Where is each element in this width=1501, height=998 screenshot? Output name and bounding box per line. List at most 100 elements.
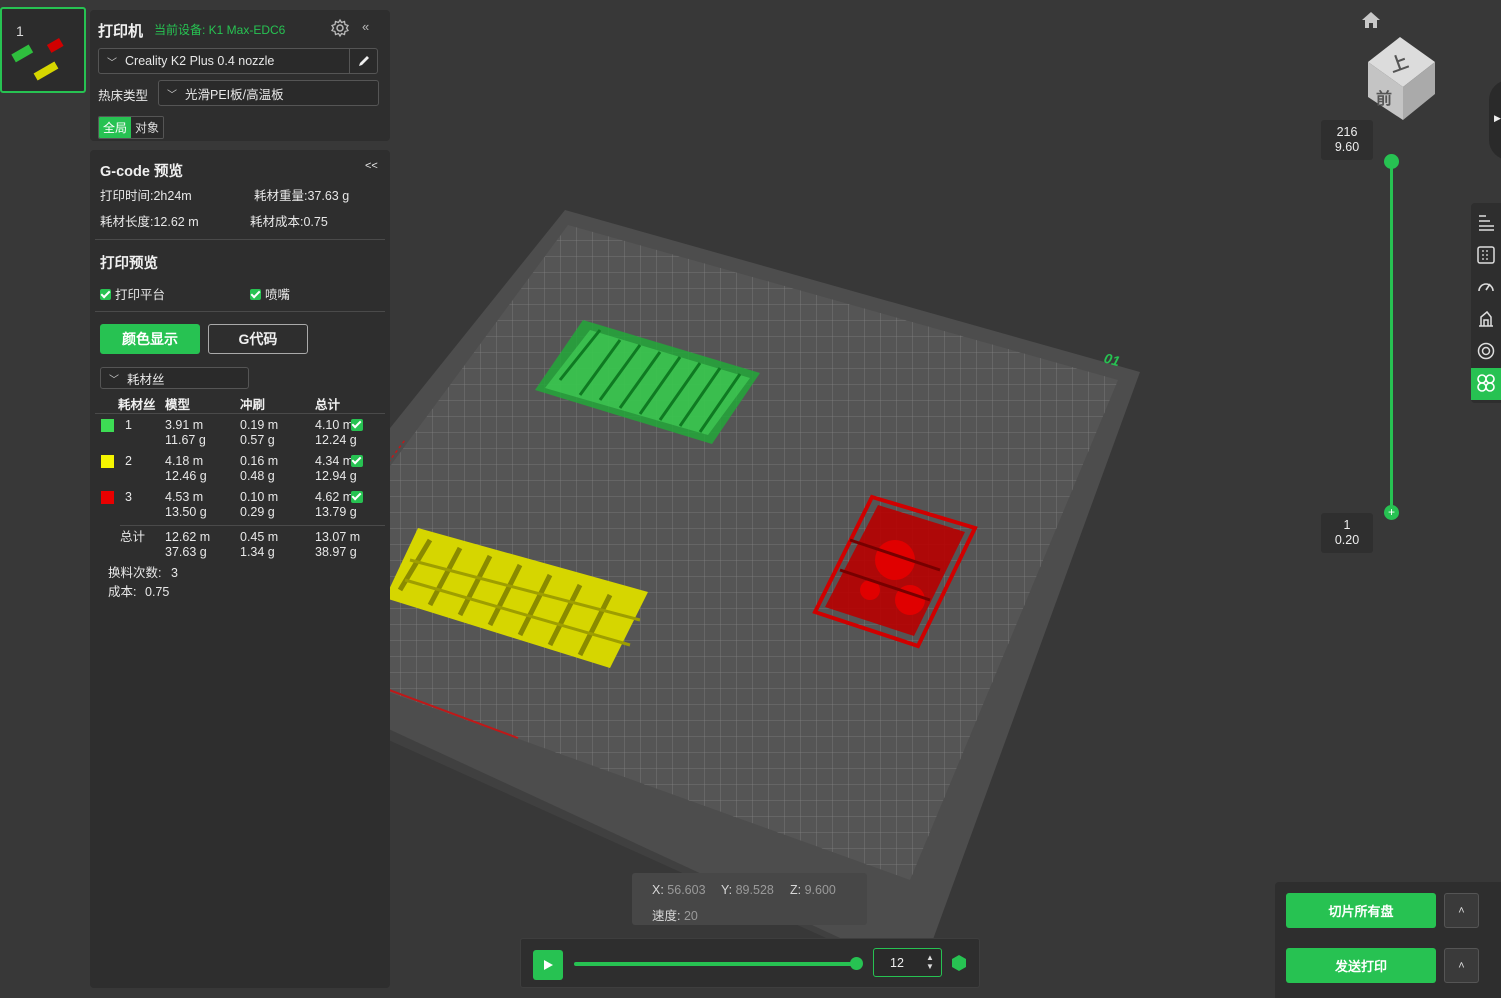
- layer-slider-bottom-handle[interactable]: +: [1384, 505, 1399, 520]
- total-weight: 12.24 g: [315, 433, 357, 447]
- show-nozzle-checkbox[interactable]: 喷嘴: [250, 284, 290, 303]
- chevron-down-icon: ﹀: [167, 89, 177, 101]
- show-bed-checkbox[interactable]: 打印平台: [100, 284, 165, 303]
- speed-readout: 速度: 20: [652, 905, 698, 924]
- gcode-preview-panel: G-code 预览 << 打印时间:2h24m 耗材重量:37.63 g 耗材长…: [90, 150, 390, 988]
- model-length: 4.53 m: [165, 490, 204, 504]
- x-label: X:: [652, 883, 664, 897]
- playback-slider-track[interactable]: [574, 962, 859, 966]
- top-layer-number: 216: [1336, 125, 1358, 139]
- current-device-label[interactable]: 当前设备: K1 Max-EDC6: [154, 21, 285, 38]
- layer-slider-track[interactable]: [1390, 160, 1393, 512]
- sum-model-weight: 37.63 g: [165, 545, 207, 559]
- edit-printer-button[interactable]: [349, 49, 377, 73]
- collapse-panel-button[interactable]: «: [362, 19, 369, 34]
- printer-preset-select[interactable]: ﹀ Creality K2 Plus 0.4 nozzle: [98, 48, 378, 74]
- filament-color-swatch-2: [101, 455, 114, 468]
- filament-length: 耗材长度:12.62 m: [100, 215, 199, 229]
- total-length: 4.10 m: [315, 418, 354, 432]
- flush-weight: 0.57 g: [240, 433, 275, 447]
- layer-height-icon[interactable]: [1476, 212, 1496, 232]
- fan-speed-icon[interactable]: [1476, 309, 1496, 329]
- layer-slider-top-handle[interactable]: [1384, 154, 1399, 169]
- layer-bottom-readout: 1 0.20: [1321, 513, 1373, 553]
- speed-gauge-icon[interactable]: [1476, 277, 1496, 297]
- sum-flush-weight: 1.34 g: [240, 545, 275, 559]
- col-header-flush: 冲刷: [240, 398, 266, 412]
- col-header-model: 模型: [165, 398, 191, 412]
- y-value: 89.528: [735, 883, 774, 897]
- gcode-playback-bar: 12 ▲ ▼: [520, 938, 980, 988]
- playback-speed-icon[interactable]: [950, 954, 968, 972]
- home-icon[interactable]: [1360, 10, 1382, 30]
- z-coordinate: Z: 9.600: [790, 883, 836, 897]
- send-print-button[interactable]: 发送打印: [1286, 948, 1436, 983]
- speed-value: 20: [683, 909, 698, 923]
- row-visibility-checkbox[interactable]: [351, 419, 363, 431]
- action-panel: 切片所有盘 ˄ 发送打印 ˄: [1275, 882, 1501, 998]
- bottom-layer-height: 0.20: [1334, 533, 1360, 547]
- scope-global-tab[interactable]: 全局: [99, 117, 132, 138]
- filament-color-icon[interactable]: [1476, 373, 1496, 393]
- view-cube[interactable]: 上 前: [1360, 32, 1440, 122]
- z-label: Z:: [790, 883, 802, 897]
- plate-thumbnail[interactable]: 1: [0, 7, 86, 93]
- y-coordinate: Y: 89.528: [721, 883, 774, 897]
- z-value: 9.600: [804, 883, 836, 897]
- playback-step-input[interactable]: 12 ▲ ▼: [873, 948, 942, 977]
- stepper-arrows-icon[interactable]: ▲ ▼: [925, 953, 935, 973]
- printer-title: 打印机: [98, 23, 144, 40]
- model-length: 3.91 m: [165, 418, 204, 432]
- temperature-icon[interactable]: [1476, 341, 1496, 361]
- plate-thumbnail-preview: [11, 38, 64, 81]
- flush-length: 0.16 m: [240, 454, 279, 468]
- divider: [95, 239, 385, 240]
- chevron-down-icon: ﹀: [107, 57, 117, 69]
- gcode-collapse-button[interactable]: <<: [365, 160, 378, 172]
- model-weight: 12.46 g: [165, 469, 207, 483]
- row-visibility-checkbox[interactable]: [351, 455, 363, 467]
- filament-id: 1: [125, 418, 132, 432]
- line-width-icon[interactable]: [1476, 245, 1496, 265]
- slice-all-plates-button[interactable]: 切片所有盘: [1286, 893, 1436, 928]
- model-weight: 11.67 g: [165, 433, 206, 447]
- filament-view-value: 耗材丝: [127, 372, 165, 387]
- bed-type-value: 光滑PEI板/高温板: [185, 87, 284, 102]
- print-options-button[interactable]: ˄: [1444, 948, 1479, 983]
- y-label: Y:: [721, 883, 733, 897]
- color-display-button[interactable]: 颜色显示: [100, 324, 200, 354]
- sum-model-length: 12.62 m: [165, 530, 211, 544]
- bed-type-select[interactable]: ﹀ 光滑PEI板/高温板: [158, 80, 379, 106]
- filament-changes-value: 3: [171, 566, 178, 580]
- sum-total-weight: 38.97 g: [315, 545, 357, 559]
- filament-id: 3: [125, 490, 132, 504]
- pencil-icon: [358, 56, 369, 66]
- filament-view-select[interactable]: ﹀ 耗材丝: [100, 367, 249, 389]
- side-panel-toggle[interactable]: ▶: [1489, 80, 1501, 160]
- total-weight: 12.94 g: [315, 469, 357, 483]
- gear-icon[interactable]: [330, 18, 350, 38]
- playback-slider-handle[interactable]: [850, 957, 863, 970]
- checkbox-checked-icon: [250, 289, 261, 300]
- cost-label: 成本:: [108, 585, 137, 599]
- playback-step-value: 12: [890, 956, 904, 970]
- scope-object-tab[interactable]: 对象: [131, 117, 164, 138]
- slice-options-button[interactable]: ˄: [1444, 893, 1479, 928]
- chevron-down-icon: ﹀: [109, 374, 119, 386]
- play-button[interactable]: [533, 950, 563, 980]
- show-bed-label: 打印平台: [115, 288, 166, 302]
- flush-length: 0.10 m: [240, 490, 279, 504]
- printer-preset-value: Creality K2 Plus 0.4 nozzle: [125, 54, 275, 68]
- print-preview-title: 打印预览: [100, 256, 158, 272]
- top-layer-height: 9.60: [1334, 140, 1360, 154]
- row-visibility-checkbox[interactable]: [351, 491, 363, 503]
- scope-toggle[interactable]: 全局 对象: [98, 116, 165, 139]
- flush-weight: 0.29 g: [240, 505, 275, 519]
- x-coordinate: X: 56.603: [652, 883, 706, 897]
- sum-total-length: 13.07 m: [315, 530, 361, 544]
- play-icon: [544, 960, 553, 970]
- filament-color-swatch-3: [101, 491, 114, 504]
- filament-weight: 耗材重量:37.63 g: [254, 189, 350, 203]
- gcode-view-button[interactable]: G代码: [208, 324, 308, 354]
- flush-length: 0.19 m: [240, 418, 279, 432]
